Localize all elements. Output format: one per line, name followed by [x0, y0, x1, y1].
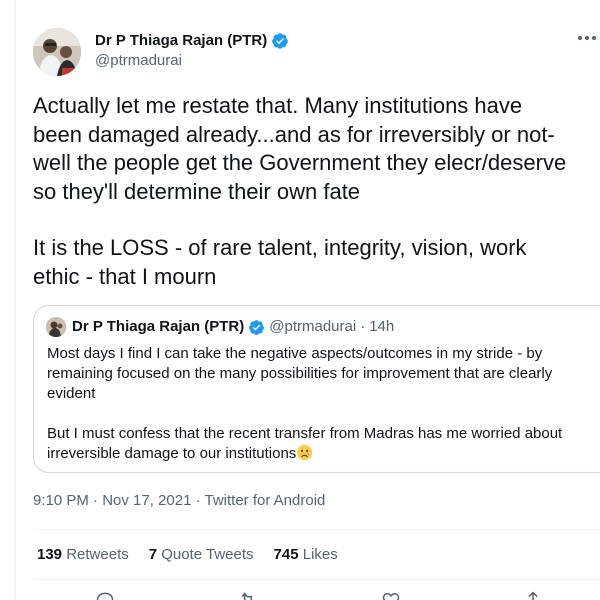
quote-tweets-label: Quote Tweets [161, 546, 254, 563]
crying-face-emoji-icon [297, 444, 313, 461]
quoted-text-line: But I must confess that the recent trans… [47, 424, 600, 444]
quoted-text-line: irreversible damage to our institutions [47, 444, 600, 464]
tweet-text-line: well the people get the Government they … [33, 150, 567, 176]
reply-icon[interactable] [95, 590, 115, 600]
retweets-label: Retweets [66, 546, 129, 563]
tweet-action-bar [33, 590, 600, 600]
quoted-tweet-card[interactable]: Dr P Thiaga Rajan (PTR) @ptrmadurai · 14… [33, 305, 600, 473]
tweet-text-line: Actually let me restate that. Many insti… [33, 93, 523, 118]
avatar-photo-icon [33, 28, 81, 76]
quoted-tweet-header: Dr P Thiaga Rajan (PTR) @ptrmadurai · 14… [46, 317, 394, 337]
quoted-author-handle: @ptrmadurai [269, 318, 357, 335]
quoted-author-name: Dr P Thiaga Rajan (PTR) [72, 318, 245, 335]
quoted-tweet-time: 14h [369, 318, 395, 335]
author-name-text: Dr P Thiaga Rajan (PTR) [95, 32, 268, 49]
tweet-text-line: It is the LOSS - of rare talent, integri… [33, 235, 527, 261]
verified-badge-icon [249, 319, 265, 335]
tweet-text-line: ethic - that I mourn [33, 263, 217, 289]
quoted-text-line: evident [47, 385, 96, 402]
author-handle[interactable]: @ptrmadurai [95, 51, 182, 71]
retweets-count: 139 [37, 546, 63, 563]
quoted-text-line: remaining focused on the many possibilit… [47, 365, 553, 382]
share-icon[interactable] [523, 590, 543, 600]
quoted-tweet-text: Most days I find I can take the negative… [47, 344, 600, 464]
quoted-text-segment: irreversible damage to our institutions [47, 445, 297, 462]
tweet-text-line: so they'll determine their own fate [33, 178, 361, 204]
column-border [15, 0, 16, 600]
quote-tweets-stat[interactable]: 7 Quote Tweets [149, 545, 254, 565]
author-avatar[interactable] [33, 28, 81, 76]
tweet-text-line: been damaged already...and as for irreve… [33, 121, 555, 147]
like-icon[interactable] [381, 590, 401, 600]
retweet-icon[interactable] [238, 590, 258, 600]
retweets-stat[interactable]: 139 Retweets [37, 545, 129, 565]
quoted-text-line: Most days I find I can take the negative… [47, 345, 543, 362]
quote-tweets-count: 7 [148, 546, 158, 563]
likes-stat[interactable]: 745 Likes [274, 545, 338, 565]
tweet-stats: 139 Retweets 7 Quote Tweets 745 Likes [37, 545, 338, 565]
divider [33, 529, 600, 530]
author-name[interactable]: Dr P Thiaga Rajan (PTR) [95, 31, 289, 51]
avatar-photo-icon [46, 317, 66, 337]
quoted-author-avatar [46, 317, 66, 337]
tweet-detail: Dr P Thiaga Rajan (PTR) @ptrmadurai Actu… [0, 0, 600, 600]
likes-label: Likes [302, 546, 338, 563]
divider [33, 579, 600, 580]
likes-count: 745 [273, 546, 299, 563]
tweet-text: Actually let me restate that. Many insti… [33, 92, 600, 292]
verified-badge-icon [272, 33, 289, 49]
separator-dot: · [360, 318, 366, 335]
tweet-timestamp[interactable]: 9:10 PM · Nov 17, 2021 · Twitter for And… [33, 491, 325, 511]
more-icon[interactable] [572, 28, 600, 48]
quoted-text-segment: But I must confess that the recent trans… [47, 425, 563, 442]
